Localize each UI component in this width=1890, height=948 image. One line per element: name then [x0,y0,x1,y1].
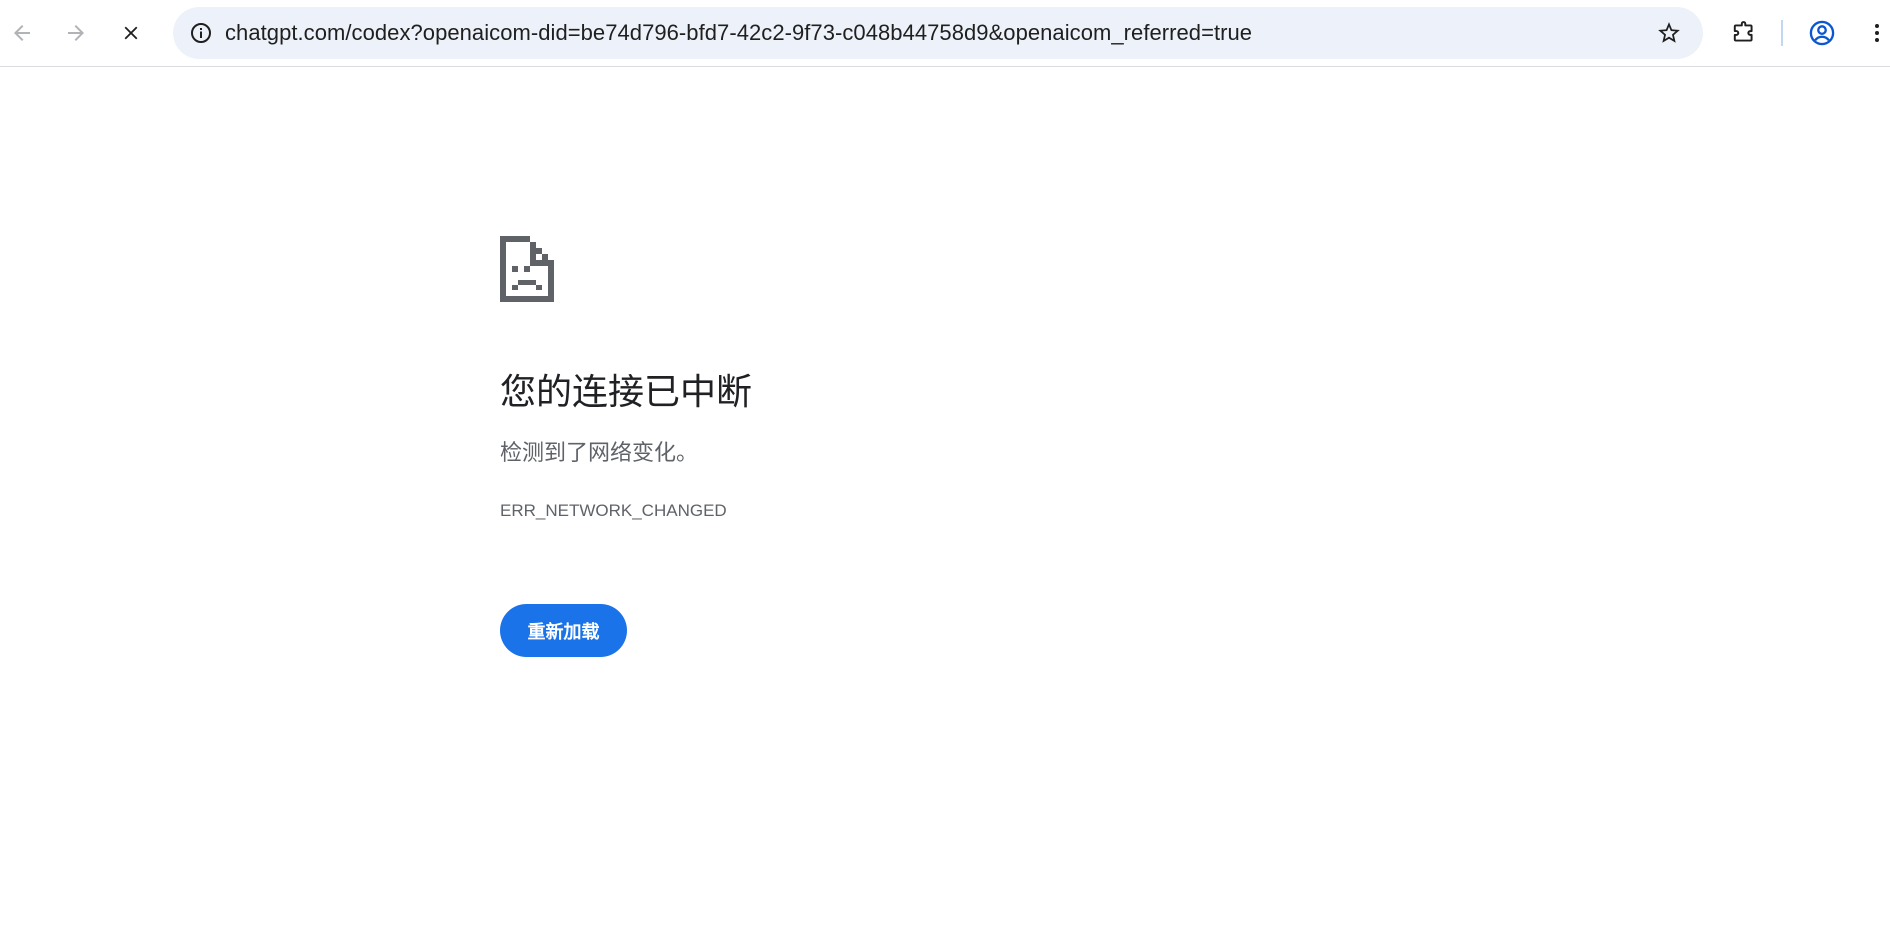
toolbar-separator [1781,20,1783,46]
account-circle-icon [1809,20,1835,46]
site-info-button[interactable] [181,13,221,53]
error-code: ERR_NETWORK_CHANGED [500,501,727,520]
back-button[interactable] [2,13,42,53]
error-description: 检测到了网络变化。 [500,441,699,466]
star-outline-icon [1658,22,1680,43]
browser-menu-button[interactable] [1857,13,1890,53]
stop-loading-button[interactable] [111,13,151,53]
arrow-left-icon [14,25,30,41]
url-text[interactable]: chatgpt.com/codex?openaicom-did=be74d796… [225,7,1252,59]
sad-document-icon [500,236,554,302]
vertical-dots-icon [1875,24,1879,42]
close-icon [124,26,138,40]
reload-button[interactable]: 重新加载 [500,604,627,657]
bookmark-button[interactable] [1649,13,1689,53]
extensions-button[interactable] [1724,13,1764,53]
arrow-right-icon [68,25,84,41]
puzzle-icon [1733,21,1753,42]
error-title: 您的连接已中断 [500,372,753,413]
info-circle-icon [191,23,211,43]
address-bar[interactable]: chatgpt.com/codex?openaicom-did=be74d796… [173,7,1703,59]
profile-button[interactable] [1802,13,1842,53]
forward-button[interactable] [56,13,96,53]
browser-toolbar: chatgpt.com/codex?openaicom-did=be74d796… [0,0,1890,67]
